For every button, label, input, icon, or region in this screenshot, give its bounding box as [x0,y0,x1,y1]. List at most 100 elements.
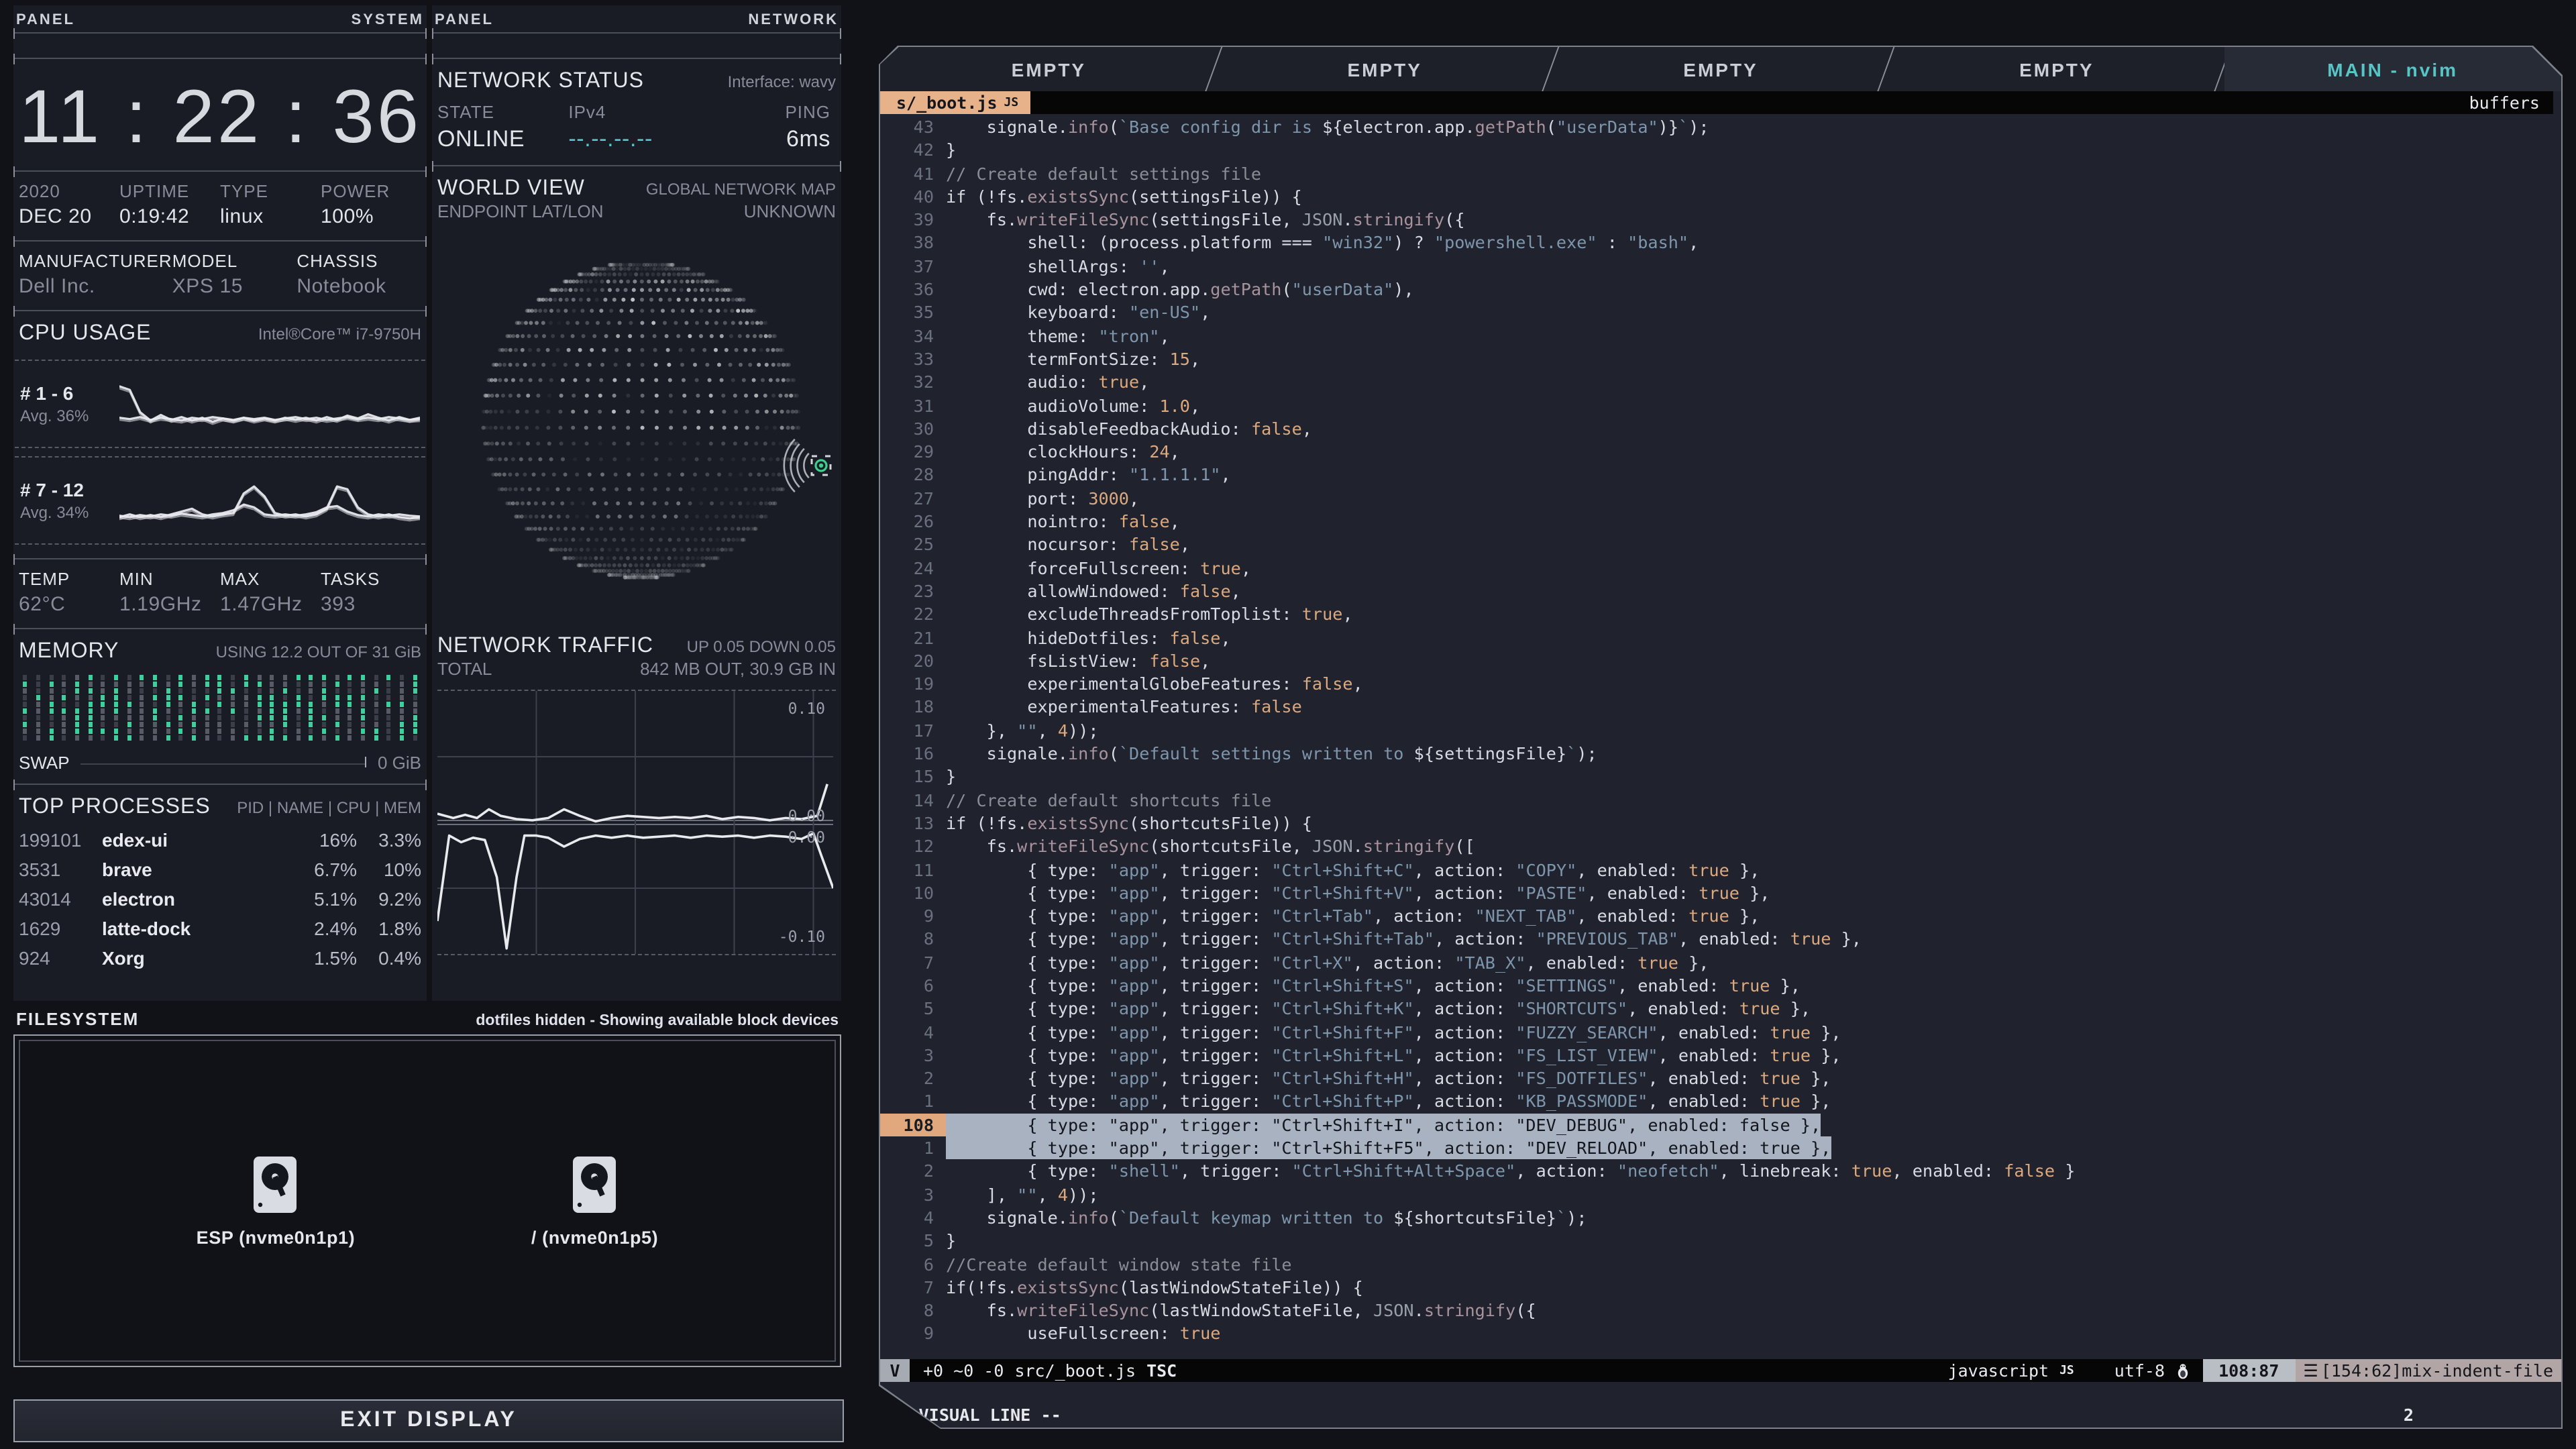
code-line: 25 nocursor: false, [880,533,2561,557]
process-row[interactable]: 199101 edex-ui 16% 3.3% [13,825,427,855]
terminal-tab-empty-2[interactable]: EMPTY [1552,47,1890,91]
process-cpu: 6.7% [314,859,357,880]
line-number: 35 [913,302,934,323]
terminal-tab-empty-1[interactable]: EMPTY [1216,47,1554,91]
process-row[interactable]: 3531 brave 6.7% 10% [13,855,427,884]
code-line: 3 { type: "app", trigger: "Ctrl+Shift+L"… [880,1044,2561,1067]
memory-title: MEMORY [19,640,119,663]
line-number: 7 [923,952,934,973]
process-row[interactable]: 1629 latte-dock 2.4% 1.8% [13,914,427,943]
cpu-chart-row-1: # 1 - 6 Avg. 36% [15,360,425,448]
network-globe[interactable] [432,221,841,624]
code-line: 30 disableFeedbackAudio: false, [880,417,2561,441]
net-stat-value: --.--.--.-- [568,126,653,152]
process-row[interactable]: 924 Xorg 1.5% 0.4% [13,943,427,973]
code-line: 8 { type: "app", trigger: "Ctrl+Shift+Ta… [880,928,2561,951]
net-stat-value: ONLINE [437,126,525,152]
code-line: 36 cwd: electron.app.getPath("userData")… [880,278,2561,301]
disk-item-0[interactable]: ESP (nvme0n1p1) [197,1155,356,1247]
code-line: 16 signale.info(`Default settings writte… [880,742,2561,765]
divider [13,780,427,790]
temp-stat-2: MAX 1.47GHz [220,569,321,616]
vim-message-row: -- VISUAL LINE -- 2 [880,1405,2561,1428]
traffic-total-row: TOTAL 842 MB OUT, 30.9 GB IN [432,659,841,679]
code-line: 7 { type: "app", trigger: "Ctrl+X", acti… [880,951,2561,974]
filesystem-status: dotfiles hidden - Showing available bloc… [476,1013,839,1029]
line-number: 18 [913,696,934,717]
code-line: 42} [880,139,2561,162]
line-number: 28 [913,464,934,485]
date-stat-value: 100% [321,205,374,228]
line-number: 25 [913,534,934,555]
net-stat-value: 6ms [786,126,831,152]
network-panel: PANEL NETWORK NETWORK STATUS Interface: … [432,5,841,1001]
line-number: 20 [913,650,934,671]
terminal-tab-main[interactable]: MAIN - nvim [2224,47,2561,91]
divider [13,306,427,317]
code-line: 1 { type: "app", trigger: "Ctrl+Shift+F5… [880,1136,2561,1160]
cpu-model: Intel®Core™ i7-9750H [258,325,421,343]
code-text: useFullscreen: true [946,1323,1221,1344]
line-number: 5 [923,1230,934,1251]
code-text: shellArgs: '', [946,256,1170,276]
line-number: 34 [913,325,934,346]
cpu-header: CPU USAGE Intel®Core™ i7-9750H [13,311,427,352]
code-text: fsListView: false, [946,650,1211,671]
mix-indent-icon: ☰ [2303,1360,2318,1381]
endpoint-row: ENDPOINT LAT/LON UNKNOWN [432,201,841,221]
code-text: } [946,766,957,787]
code-line: 13 if (!fs.existsSync(shortcutsFile)) { [880,812,2561,835]
cpu-usage-chart-1 [119,385,420,425]
line-number: 37 [913,256,934,276]
code-text: port: 3000, [946,488,1140,508]
process-pid: 43014 [19,888,71,910]
code-line: 17 }, "", 4)); [880,718,2561,742]
swap-row: SWAP 0 GiB [13,747,427,784]
code-text: termFontSize: 15, [946,348,1201,369]
terminal-tab-empty-0[interactable]: EMPTY [880,47,1218,91]
disk-item-1[interactable]: / (nvme0n1p5) [531,1155,658,1247]
indent-info: ☰ [154:62]mix-indent-file [2295,1359,2561,1382]
code-text: fs.writeFileSync(settingsFile, JSON.stri… [946,209,1465,230]
process-mem: 3.3% [378,829,421,851]
date-stat-label: 2020 [19,181,60,201]
hardware-stat-value: Dell Inc. [19,275,95,298]
terminal-tab-empty-3[interactable]: EMPTY [1888,47,2225,91]
cpu-group-label: # 7 - 12 [20,479,84,500]
code-text: { type: "app", trigger: "Ctrl+Shift+L", … [946,1044,1841,1065]
indent-text: [154:62]mix-indent-file [2320,1360,2553,1381]
line-number: 38 [913,232,934,253]
line-number: 8 [923,1300,934,1321]
code-text: ], "", 4)); [946,1184,1099,1205]
code-line: 29 clockHours: 24, [880,440,2561,464]
process-name: latte-dock [102,918,191,939]
code-text: { type: "app", trigger: "Ctrl+X", action… [946,952,1709,973]
code-line: 32 audio: true, [880,371,2561,394]
processes-header: TOP PROCESSES PID | NAME | CPU | MEM [13,785,427,825]
line-number: 26 [913,511,934,532]
buffer-chip[interactable]: s/_boot.js JS [880,91,1030,114]
divider [13,554,427,565]
nvim-editor[interactable]: 43 signale.info(`Base config dir is ${el… [880,114,2561,1359]
code-text: keyboard: "en-US", [946,302,1211,323]
filesystem-title: FILESYSTEM [16,1009,140,1029]
exit-display-button[interactable]: EXIT DISPLAY [13,1399,844,1442]
line-number: 27 [913,488,934,508]
hardware-stat-value: XPS 15 [172,275,244,298]
divider [13,28,427,39]
buffer-filename: s/_boot.js [896,93,998,113]
line-number: 6 [923,975,934,996]
hardware-stat-label: CHASSIS [297,251,378,271]
temp-stats-row: TEMP 62°C MIN 1.19GHz MAX 1.47GHz TASKS 393 [13,559,427,628]
line-number: 4 [923,1207,934,1228]
traffic-chart-wrap: 0.10 0.00 0.00 -0.10 [437,690,836,955]
filetype-label: javascript [1947,1360,2049,1381]
code-line: 1 { type: "app", trigger: "Ctrl+Shift+P"… [880,1090,2561,1114]
process-row[interactable]: 43014 electron 5.1% 9.2% [13,884,427,914]
line-number: 12 [913,836,934,857]
code-text: if(!fs.existsSync(lastWindowStateFile)) … [946,1277,1363,1297]
world-view-title: WORLD VIEW [437,177,585,200]
code-text: experimentalFeatures: false [946,696,1302,717]
divider [13,624,427,635]
line-number: 42 [913,140,934,160]
